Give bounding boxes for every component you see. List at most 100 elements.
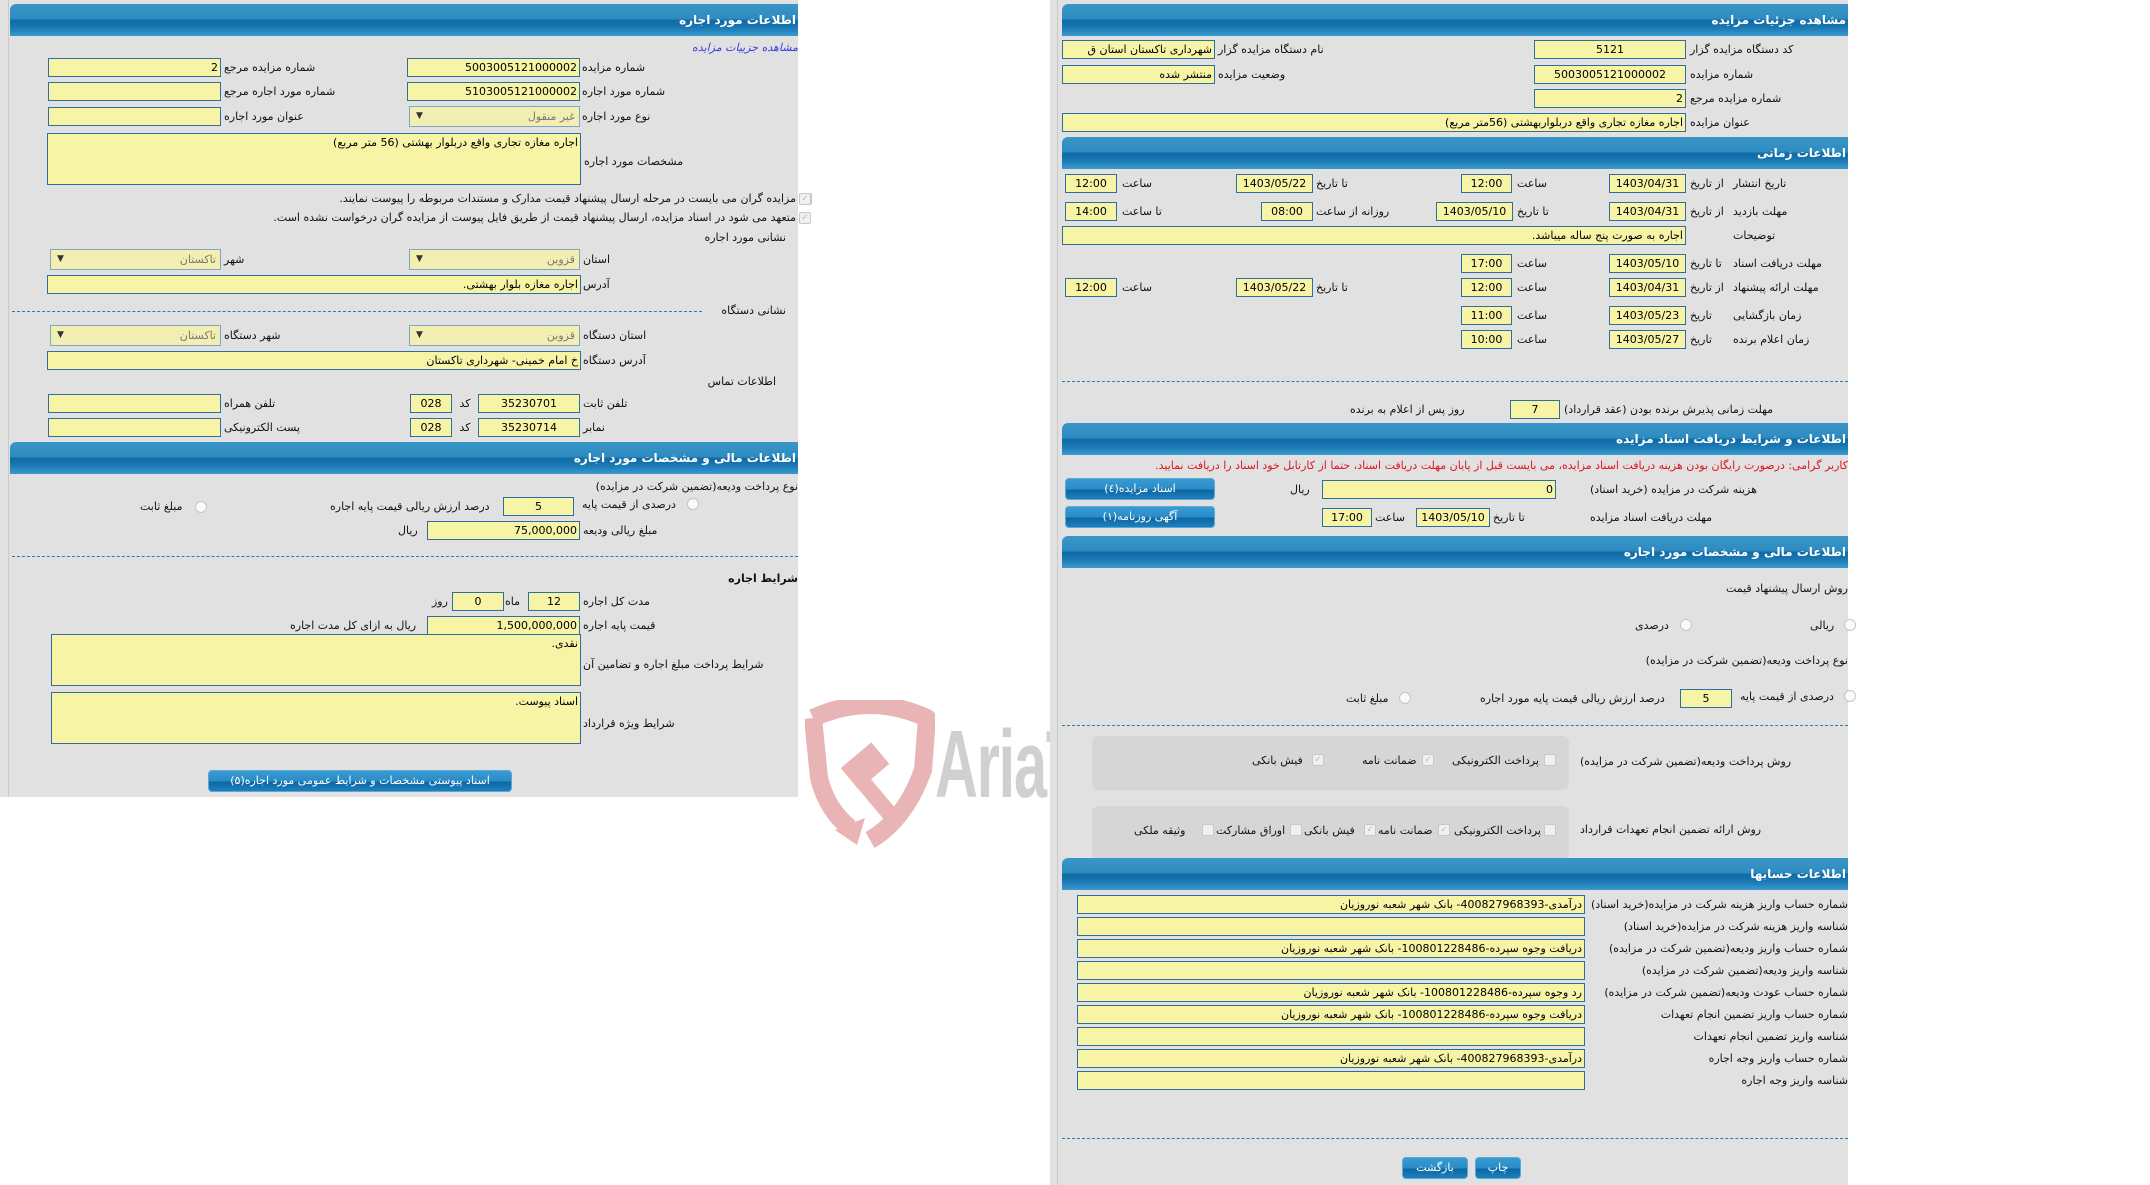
accounts-header: اطلاعات حسابها	[1062, 858, 1848, 890]
phone-label: تلفن ثابت	[583, 397, 628, 410]
percent-suffix: درصد ارزش ریالی قیمت پایه مورد اجاره	[1480, 692, 1665, 705]
deposit-electronic-checkbox	[1544, 754, 1556, 766]
account-field	[1077, 1027, 1585, 1046]
divider	[1062, 725, 1848, 726]
org-address-field: خ امام خمینی- شهرداری تاکستان	[47, 351, 581, 370]
lease-item-number-field: 5103005121000002	[407, 82, 580, 101]
email-label: پست الکترونیکی	[224, 421, 300, 434]
percent-field: 5	[503, 497, 574, 516]
view-auction-details-link[interactable]: مشاهده جزییات مزایده	[692, 38, 798, 57]
bid-method-percent-label: درصدی	[1635, 619, 1669, 632]
doc-receive-hour-label: ساعت	[1375, 511, 1405, 524]
ref-lease-item-number-label: شماره مورد اجاره مرجع	[224, 85, 336, 98]
description-label: توضیحات	[1733, 229, 1776, 242]
account-label: شناسه واریز وجه اجاره	[1741, 1074, 1848, 1087]
deposit-amount-unit: ریال	[398, 524, 418, 537]
bid-method-label: روش ارسال پیشنهاد قیمت	[1725, 582, 1848, 595]
lease-item-title-field	[48, 107, 221, 126]
doc-deadline-label: مهلت دریافت اسناد	[1733, 257, 1822, 270]
org-province-select[interactable]: قزوین ▼	[409, 325, 580, 346]
publish-from-date-field: 1403/04/31	[1609, 174, 1686, 193]
deposit-type-label: نوع پرداخت ودیعه(تضمین شرکت در مزایده)	[1645, 654, 1848, 667]
lease-item-spec-textarea: اجاره مغازه تجاری واقع دربلوار بهشتی (56…	[47, 133, 581, 185]
account-field: درآمدی-400827968393- بانک شهر شعبه نوروز…	[1077, 1049, 1585, 1068]
account-field: درآمدی-400827968393- بانک شهر شعبه نوروز…	[1077, 895, 1585, 914]
deposit-amount-field: 75,000,000	[427, 521, 580, 540]
chevron-down-icon: ▼	[416, 254, 423, 264]
opening-hour-label: ساعت	[1517, 309, 1547, 322]
bid-method-riali-radio[interactable]	[1844, 619, 1856, 631]
province-label: استان	[583, 253, 611, 266]
guarantee-property-label: وثیقه ملکی	[1134, 824, 1186, 837]
auction-number-field: 5003005121000002	[1534, 65, 1686, 84]
payment-terms-textarea: نقدی.	[51, 634, 581, 686]
doc-deadline-hour-label: ساعت	[1517, 257, 1547, 270]
fixed-amount-radio[interactable]	[195, 501, 207, 513]
doc-deadline-time-field: 17:00	[1461, 254, 1512, 273]
bid-method-riali-label: ریالی	[1810, 619, 1835, 632]
divider	[1062, 381, 1848, 382]
publish-to-hour-label: ساعت	[1122, 177, 1152, 190]
description-field: اجاره به صورت پنج ساله میباشد.	[1062, 226, 1686, 245]
visit-label: مهلت بازدید	[1733, 205, 1788, 218]
attachments-button[interactable]: اسناد پیوستی مشخصات و شرایط عمومی مورد ا…	[208, 770, 512, 792]
lease-item-spec-label: مشخصات مورد اجاره	[584, 155, 684, 168]
lease-item-panel: اطلاعات مورد اجاره مشاهده جزییات مزایده …	[0, 0, 812, 797]
divider	[12, 556, 798, 557]
auction-number-label: شماره مزایده	[582, 61, 646, 74]
province-select[interactable]: قزوین ▼	[409, 249, 580, 270]
free-docs-notice: کاربر گرامی: درصورت رایگان بودن هزینه در…	[1155, 459, 1848, 472]
chevron-down-icon: ▼	[416, 111, 423, 121]
percent-suffix: درصد ارزش ریالی قیمت پایه اجاره	[330, 500, 490, 513]
panel-border	[8, 0, 9, 797]
guarantee-bond-checkbox: ✓	[1438, 824, 1450, 836]
account-label: شناسه واریز هزینه شرکت در مزایده(خرید اس…	[1623, 920, 1848, 933]
winner-date-field: 1403/05/27	[1609, 330, 1686, 349]
lease-terms-title: شرایط اجاره	[728, 572, 798, 585]
auction-status-label: وضعیت مزایده	[1218, 68, 1286, 81]
guarantee-payment-options: پرداخت الکترونیکی ✓ ضمانت نامه ✓ فیش بان…	[1092, 806, 1569, 860]
panel-border	[1057, 0, 1058, 1185]
auction-details-panel: مشاهده جزئیات مزایده کد دستگاه مزایده گز…	[1050, 0, 1856, 1185]
guarantee-payment-label: روش ارائه تضمین انجام تعهدات قرارداد	[1580, 823, 1762, 836]
opening-date-label: تاریخ	[1690, 309, 1712, 322]
visit-from-date-field: 1403/04/31	[1609, 202, 1686, 221]
fixed-option-label: مبلغ ثابت	[140, 500, 183, 513]
visit-from-date-label: از تاریخ	[1690, 205, 1724, 218]
account-label: شماره حساب واریز تضمین انجام تعهدات	[1660, 1008, 1848, 1021]
print-button[interactable]: چاپ	[1475, 1157, 1521, 1179]
auction-docs-button[interactable]: اسناد مزایده(٤)	[1065, 478, 1215, 500]
account-field	[1077, 961, 1585, 980]
checkbox-attach-docs-label: مزایده گران می بایست در مرحله ارسال پیشن…	[339, 192, 796, 205]
phone-code-field: 028	[410, 394, 452, 413]
base-price-suffix: ریال به ازای کل مدت اجاره	[290, 619, 417, 632]
fax-label: نمابر	[583, 421, 605, 434]
newspaper-ad-button[interactable]: آگهی روزنامه(۱)	[1065, 506, 1215, 528]
publish-from-hour-label: ساعت	[1517, 177, 1547, 190]
org-city-select[interactable]: تاکستان ▼	[50, 325, 221, 346]
visit-to-date-label: تا تاریخ	[1517, 205, 1549, 218]
watermark-logo	[805, 700, 935, 848]
bid-method-percent-radio[interactable]	[1680, 619, 1692, 631]
org-province-label: استان دستگاه	[583, 329, 647, 342]
fixed-amount-radio[interactable]	[1399, 692, 1411, 704]
guarantee-property-checkbox	[1202, 824, 1214, 836]
chevron-down-icon: ▼	[57, 330, 64, 340]
account-label: شماره حساب واریز ودیعه(تضمین شرکت در مزا…	[1609, 942, 1848, 955]
item-address-title: نشانی مورد اجاره	[704, 231, 786, 244]
percent-radio[interactable]	[1844, 690, 1856, 702]
account-field: دریافت وجوه سپرده-100801228486- بانک شهر…	[1077, 1005, 1585, 1024]
account-label: شناسه واریز ودیعه(تضمین شرکت در مزایده)	[1641, 964, 1848, 977]
visit-daily-from-field: 08:00	[1261, 202, 1313, 221]
percent-radio[interactable]	[687, 498, 699, 510]
city-select[interactable]: تاکستان ▼	[50, 249, 221, 270]
fax-code-label: کد	[459, 421, 471, 434]
visit-to-time-field: 14:00	[1065, 202, 1117, 221]
guarantee-electronic-label: پرداخت الکترونیکی	[1454, 824, 1541, 837]
deposit-bank-slip-checkbox: ✓	[1312, 754, 1324, 766]
account-field: دریافت وجوه سپرده-100801228486- بانک شهر…	[1077, 939, 1585, 958]
lease-item-type-select[interactable]: غیر منقول ▼	[409, 106, 580, 127]
back-button[interactable]: بازگشت	[1402, 1157, 1468, 1179]
duration-days-field: 0	[452, 592, 504, 611]
org-code-field: 5121	[1534, 40, 1686, 59]
